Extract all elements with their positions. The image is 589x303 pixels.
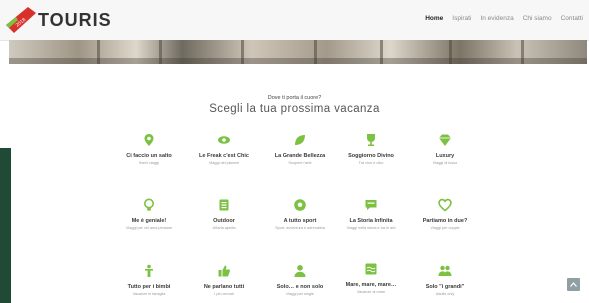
- category-title: Soggiorno Divino: [348, 153, 394, 159]
- category-mare-mare-mare[interactable]: Mare, mare, mare… Vacanze al mare: [336, 262, 406, 295]
- category-le-freak[interactable]: Le Freak c'est Chic Viaggi del piacere: [189, 133, 259, 166]
- category-la-storia-infinita[interactable]: La Storia Infinita Viaggi nella storia e…: [336, 198, 406, 231]
- thumbs-up-icon: [218, 265, 230, 277]
- leaf-icon: [295, 135, 305, 145]
- category-subtitle: Viaggi del piacere: [208, 160, 240, 165]
- category-me-e-geniale[interactable]: Me è geniale! Viaggi per chi ama pensare: [114, 198, 184, 231]
- category-title: Solo "i grandi": [425, 284, 465, 290]
- category-soggiorno-divino[interactable]: Soggiorno Divino Tra vino e cibo: [336, 133, 406, 166]
- category-title: Tutto per i bimbi: [127, 284, 171, 290]
- person-icon: [294, 265, 306, 277]
- site-header: 2018 TOURIS Home Ispirati In evidenza Ch…: [0, 0, 589, 41]
- category-solo-i-grandi[interactable]: Solo "i grandi" Adults only: [410, 264, 480, 297]
- scroll-to-top-button[interactable]: [567, 278, 580, 291]
- category-subtitle: Viaggi per coppie: [430, 225, 460, 230]
- diamond-icon: [439, 134, 451, 146]
- nav-chi-siamo[interactable]: Chi siamo: [523, 15, 552, 22]
- category-title: La Grande Bellezza: [274, 153, 326, 159]
- category-tutto-per-i-bimbi[interactable]: Tutto per i bimbi Vacanze in famiglia: [114, 264, 184, 297]
- logo-flag-icon: 2018: [6, 7, 36, 33]
- category-ne-parlano-tutti[interactable]: Ne parlano tutti I più cercati: [189, 264, 259, 297]
- category-title: Mare, mare, mare…: [345, 282, 397, 288]
- trophy-icon: [367, 134, 375, 146]
- category-a-tutto-sport[interactable]: A tutto sport Sport, avventura e adrenal…: [265, 198, 335, 231]
- category-subtitle: Sport, avventura e adrenalina: [275, 225, 325, 230]
- category-subtitle: Adults only: [435, 291, 455, 296]
- category-title: Solo… e non solo: [276, 284, 324, 290]
- category-subtitle: All'aria aperta: [212, 225, 236, 230]
- category-title: La Storia Infinita: [349, 218, 393, 224]
- book-icon: [219, 199, 229, 211]
- wave-icon: [365, 263, 377, 275]
- category-subtitle: Viaggi per chi ama pensare: [125, 225, 173, 230]
- category-subtitle: Viaggi nella storia e tra le arti: [346, 225, 396, 230]
- category-subtitle: Viaggi per single: [285, 291, 314, 296]
- nav-in-evidenza[interactable]: In evidenza: [480, 15, 513, 22]
- category-ci-faccio-un-salto[interactable]: Ci faccio un salto Brevi viaggi: [114, 133, 184, 166]
- hero-image: [9, 40, 587, 64]
- category-subtitle: Brevi viaggi: [139, 160, 159, 165]
- nav-ispirati[interactable]: Ispirati: [452, 15, 471, 22]
- category-subtitle: Viaggi di lusso: [432, 160, 458, 165]
- soccer-ball-icon: [294, 199, 306, 211]
- category-subtitle: Vacanze al mare: [356, 289, 386, 294]
- category-title: Le Freak c'est Chic: [199, 153, 249, 159]
- section-pretitle: Dove ti porta il cuore?: [267, 95, 322, 101]
- child-icon: [145, 264, 153, 277]
- side-panel: [0, 148, 11, 303]
- category-title: A tutto sport: [283, 218, 317, 224]
- chat-bubble-icon: [365, 200, 377, 210]
- category-outdoor[interactable]: Outdoor All'aria aperta: [189, 198, 259, 231]
- logo-text: TOURIS: [38, 9, 112, 30]
- category-la-grande-bellezza[interactable]: La Grande Bellezza Scoprire l'arte: [265, 133, 335, 166]
- nav-home[interactable]: Home: [425, 15, 443, 22]
- category-partiamo-in-due[interactable]: Partiamo in due? Viaggi per coppie: [410, 198, 480, 231]
- eye-icon: [218, 136, 230, 144]
- section-title: Scegli la tua prossima vacanza: [209, 103, 380, 115]
- group-icon: [438, 265, 452, 276]
- category-title: Ci faccio un salto: [126, 153, 172, 159]
- category-subtitle: Scoprire l'arte: [288, 160, 312, 165]
- category-title: Outdoor: [213, 218, 235, 224]
- category-luxury[interactable]: Luxury Viaggi di lusso: [410, 133, 480, 166]
- main-nav: Home Ispirati In evidenza Chi siamo Cont…: [425, 15, 583, 22]
- lightbulb-icon: [144, 198, 154, 211]
- chevron-up-icon: [570, 282, 577, 287]
- nav-contatti[interactable]: Contatti: [561, 15, 583, 22]
- category-title: Me è geniale!: [131, 218, 167, 224]
- map-pin-icon: [144, 134, 154, 146]
- category-subtitle: Vacanze in famiglia: [132, 291, 166, 296]
- category-title: Luxury: [435, 153, 455, 159]
- logo[interactable]: 2018 TOURIS: [6, 6, 112, 34]
- category-title: Ne parlano tutti: [203, 284, 245, 290]
- category-title: Partiamo in due?: [422, 218, 468, 224]
- heart-icon: [438, 198, 452, 212]
- category-solo-e-non-solo[interactable]: Solo… e non solo Viaggi per single: [265, 264, 335, 297]
- category-subtitle: Tra vino e cibo: [358, 160, 384, 165]
- category-subtitle: I più cercati: [214, 291, 234, 296]
